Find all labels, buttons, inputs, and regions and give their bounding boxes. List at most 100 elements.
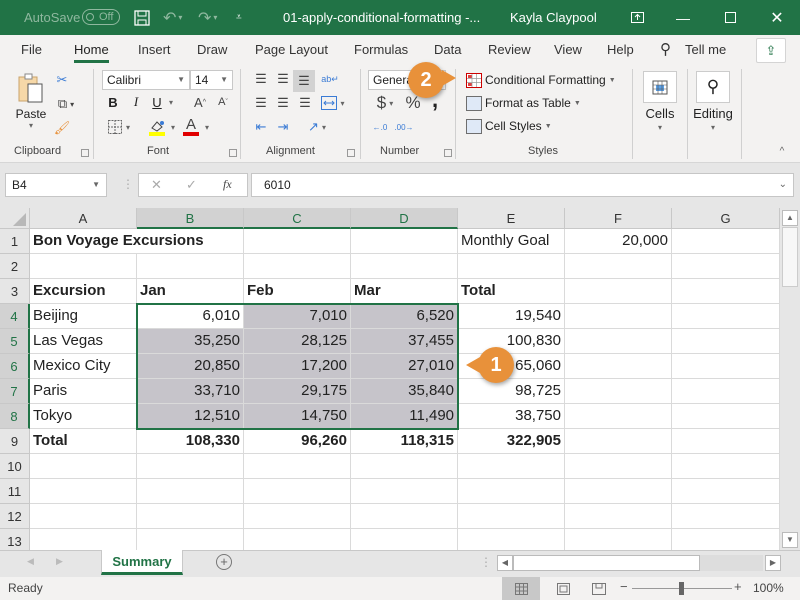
cell-a13[interactable] [30, 529, 137, 550]
tell-me-input[interactable]: Tell me [685, 35, 726, 65]
cell-e10[interactable] [458, 454, 565, 479]
cell-d6[interactable]: 27,010 [351, 354, 458, 379]
underline-dropdown-icon[interactable]: ▾ [166, 93, 176, 111]
font-color-icon[interactable]: A [182, 115, 200, 137]
row-header-11[interactable]: 11 [0, 479, 30, 504]
cell-b8[interactable]: 12,510 [137, 404, 244, 429]
cell-e3[interactable]: Total [458, 279, 565, 304]
cell-c9[interactable]: 96,260 [244, 429, 351, 454]
cell-d2[interactable] [351, 254, 458, 279]
column-header-b[interactable]: B [137, 208, 244, 229]
select-all-button[interactable] [0, 208, 30, 229]
autosave-toggle[interactable]: Off [82, 9, 120, 25]
cell-g12[interactable] [672, 504, 780, 529]
cell-g11[interactable] [672, 479, 780, 504]
row-header-1[interactable]: 1 [0, 229, 30, 254]
clipboard-launcher-icon[interactable] [81, 149, 89, 157]
new-sheet-icon[interactable]: + [216, 554, 232, 570]
cell-f4[interactable] [565, 304, 672, 329]
tab-home[interactable]: Home [74, 35, 109, 65]
row-header-13[interactable]: 13 [0, 529, 30, 550]
prev-sheet-icon[interactable]: ◀ [27, 556, 34, 567]
column-header-e[interactable]: E [458, 208, 565, 229]
cell-b13[interactable] [137, 529, 244, 550]
cell-f10[interactable] [565, 454, 672, 479]
borders-button[interactable]: ▾ [104, 118, 134, 136]
cell-f5[interactable] [565, 329, 672, 354]
grow-font-button[interactable]: A ^ [192, 93, 208, 111]
cell-d9[interactable]: 118,315 [351, 429, 458, 454]
cell-g13[interactable] [672, 529, 780, 550]
cell-d1[interactable] [351, 229, 458, 254]
row-header-6[interactable]: 6 [0, 354, 30, 379]
cell-f3[interactable] [565, 279, 672, 304]
cell-b6[interactable]: 20,850 [137, 354, 244, 379]
bold-button[interactable]: B [106, 93, 120, 111]
format-painter-icon[interactable]: 🖌 [54, 119, 71, 137]
cell-a3[interactable]: Excursion [30, 279, 137, 304]
cell-c6[interactable]: 17,200 [244, 354, 351, 379]
cell-f12[interactable] [565, 504, 672, 529]
cell-a7[interactable]: Paris [30, 379, 137, 404]
cell-e2[interactable] [458, 254, 565, 279]
user-name[interactable]: Kayla Claypool [510, 0, 597, 35]
row-header-9[interactable]: 9 [0, 429, 30, 454]
tab-help[interactable]: Help [607, 35, 634, 65]
cell-g8[interactable] [672, 404, 780, 429]
tab-review[interactable]: Review [488, 35, 531, 65]
cut-icon[interactable]: ✂ [54, 71, 70, 89]
align-right-icon[interactable]: ☰ [296, 94, 314, 112]
cell-a10[interactable] [30, 454, 137, 479]
cell-a8[interactable]: Tokyo [30, 404, 137, 429]
font-launcher-icon[interactable] [229, 149, 237, 157]
bottom-align-icon[interactable]: ☰ [293, 70, 315, 92]
cell-g1[interactable] [672, 229, 780, 254]
cell-b12[interactable] [137, 504, 244, 529]
cell-b9[interactable]: 108,330 [137, 429, 244, 454]
cell-styles-button[interactable]: Cell Styles ▼ [466, 116, 552, 136]
cell-a11[interactable] [30, 479, 137, 504]
cell-d8[interactable]: 11,490 [351, 404, 458, 429]
cell-f8[interactable] [565, 404, 672, 429]
cell-f6[interactable] [565, 354, 672, 379]
enter-icon[interactable]: ✓ [186, 177, 197, 193]
cell-c12[interactable] [244, 504, 351, 529]
customize-qat-icon[interactable]: ⩡ [236, 0, 242, 35]
cell-g9[interactable] [672, 429, 780, 454]
font-name-select[interactable]: Calibri ▼ [102, 70, 190, 90]
cell-b4[interactable]: 6,010 [137, 304, 244, 329]
cell-c13[interactable] [244, 529, 351, 550]
paste-label[interactable]: Paste [15, 107, 47, 121]
cell-a4[interactable]: Beijing [30, 304, 137, 329]
merge-center-icon[interactable]: ▾ [319, 94, 347, 112]
column-header-g[interactable]: G [672, 208, 780, 229]
cells-dropdown-icon[interactable]: ▾ [655, 123, 665, 132]
cells-icon[interactable] [643, 71, 677, 103]
cell-a1[interactable]: Bon Voyage Excursions [30, 229, 204, 254]
tab-split-grip-icon[interactable]: ⋮ [480, 555, 492, 569]
cell-c10[interactable] [244, 454, 351, 479]
formula-input[interactable]: 6010 ⌄ [251, 173, 794, 197]
cell-c11[interactable] [244, 479, 351, 504]
search-icon[interactable]: ⚲ [660, 35, 671, 65]
save-icon[interactable] [134, 0, 150, 35]
currency-button[interactable]: $ ▾ [370, 93, 400, 112]
cell-a12[interactable] [30, 504, 137, 529]
copy-icon[interactable]: ⧉ ▾ [52, 95, 80, 113]
fill-color-dropdown-icon[interactable]: ▾ [168, 118, 178, 136]
middle-align-icon[interactable]: ☰ [274, 70, 292, 88]
sheet-tab-summary[interactable]: Summary [101, 550, 183, 575]
scroll-up-icon[interactable]: ▲ [782, 210, 798, 226]
alignment-launcher-icon[interactable] [347, 149, 355, 157]
cell-d11[interactable] [351, 479, 458, 504]
cell-e13[interactable] [458, 529, 565, 550]
column-header-d[interactable]: D [351, 208, 458, 229]
paste-icon[interactable] [15, 71, 47, 107]
zoom-level[interactable]: 100% [753, 581, 784, 595]
next-sheet-icon[interactable]: ▶ [56, 556, 63, 567]
cell-b3[interactable]: Jan [137, 279, 244, 304]
tab-file[interactable]: File [21, 35, 42, 65]
cell-c4[interactable]: 7,010 [244, 304, 351, 329]
cell-f1[interactable]: 20,000 [565, 229, 672, 254]
share-button[interactable]: ⇪ [756, 38, 786, 63]
